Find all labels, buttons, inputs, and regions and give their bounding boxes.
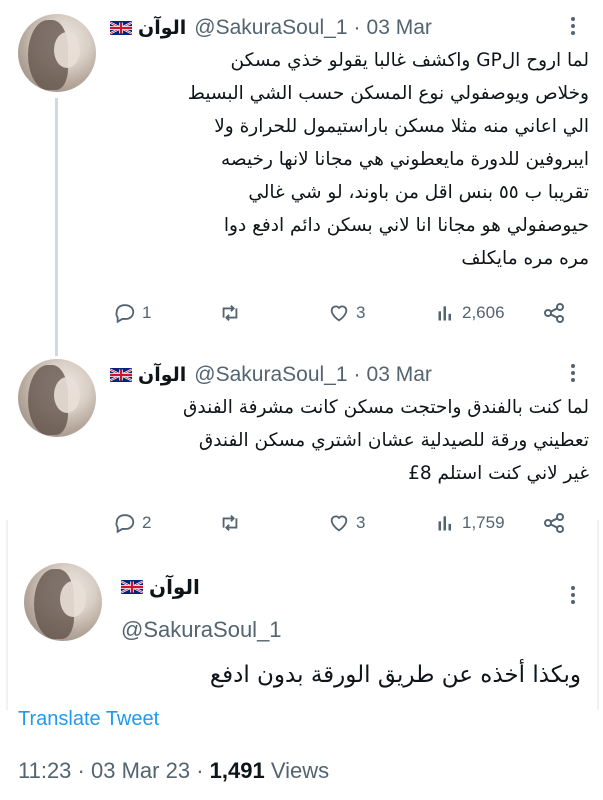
- views-count: 2,606: [462, 303, 505, 322]
- views-label[interactable]: Views: [271, 758, 329, 783]
- share-icon: [544, 303, 564, 323]
- views-icon: [438, 306, 451, 321]
- tweet-text: وبكذا أخذه عن طريق الورقة بدون ادفع: [209, 662, 581, 688]
- uk-flag-icon: [121, 580, 143, 594]
- retweet-icon: [222, 515, 238, 531]
- avatar[interactable]: [18, 14, 96, 92]
- display-name[interactable]: الوآن: [138, 364, 186, 386]
- thread-line: [55, 98, 58, 356]
- views-button[interactable]: 2,606: [436, 302, 505, 324]
- heart-icon: [330, 305, 348, 322]
- tweet-time[interactable]: 11:23: [18, 758, 71, 783]
- retweet-button[interactable]: [218, 512, 248, 534]
- separator: ·: [77, 758, 85, 783]
- share-icon: [544, 513, 564, 533]
- display-name[interactable]: الوآن: [149, 575, 200, 599]
- retweet-button[interactable]: [218, 302, 248, 324]
- tweet-header: الوآن @SakuraSoul_1 · 03 Mar: [110, 361, 432, 389]
- uk-flag-icon: [110, 21, 132, 35]
- avatar[interactable]: [24, 563, 102, 641]
- tweet-meta: 11:23 · 03 Mar 23 · 1,491 Views: [18, 758, 329, 784]
- more-icon[interactable]: [561, 12, 585, 40]
- separator: ·: [196, 758, 204, 783]
- handle[interactable]: @SakuraSoul_1: [194, 363, 347, 387]
- avatar[interactable]: [18, 359, 96, 437]
- reply-count: 1: [142, 303, 152, 322]
- separator: ·: [353, 363, 361, 386]
- reply-icon: [115, 514, 135, 534]
- reply-button[interactable]: 1: [114, 302, 151, 324]
- tweet-text: لما اروح الGP واكشف غالبا يقولو خذي مسكن…: [187, 50, 589, 269]
- display-name[interactable]: الوآن: [138, 17, 186, 39]
- tweet-2[interactable]: الوآن @SakuraSoul_1 · 03 Mar لما كنت بال…: [0, 345, 603, 535]
- main-tweet-name[interactable]: الوآن: [121, 575, 208, 599]
- like-count: 3: [356, 513, 366, 532]
- separator: ·: [353, 16, 361, 39]
- more-icon[interactable]: [561, 581, 585, 609]
- share-button[interactable]: [542, 511, 572, 535]
- reply-button[interactable]: 2: [114, 512, 151, 534]
- handle[interactable]: @SakuraSoul_1: [121, 617, 282, 643]
- tweet-header: الوآن @SakuraSoul_1 · 03 Mar: [110, 14, 432, 42]
- tweet-actions: 1 3 2,606: [114, 298, 574, 328]
- share-button[interactable]: [542, 301, 572, 325]
- tweet-date[interactable]: 03 Mar: [367, 16, 432, 40]
- retweet-icon: [222, 305, 238, 321]
- main-tweet: الوآن @SakuraSoul_1 وبكذا أخذه عن طريق ا…: [0, 555, 603, 800]
- like-button[interactable]: 3: [328, 302, 365, 324]
- uk-flag-icon: [110, 368, 132, 382]
- tweet-1[interactable]: الوآن @SakuraSoul_1 · 03 Mar لما اروح ال…: [0, 0, 603, 356]
- tweet-date[interactable]: 03 Mar 23: [91, 758, 190, 783]
- translate-tweet-link[interactable]: Translate Tweet: [18, 708, 159, 731]
- reply-count: 2: [142, 513, 152, 532]
- views-button[interactable]: 1,759: [436, 512, 505, 534]
- reply-icon: [115, 304, 135, 324]
- views-icon: [438, 516, 451, 531]
- heart-icon: [330, 515, 348, 532]
- tweet-text: لما كنت بالفندق واحتجت مسكن كانت مشرفة ا…: [183, 397, 589, 484]
- like-button[interactable]: 3: [328, 512, 365, 534]
- views-count: 1,759: [462, 513, 505, 532]
- handle[interactable]: @SakuraSoul_1: [194, 16, 347, 40]
- tweet-actions: 2 3 1,759: [114, 508, 574, 538]
- views-count[interactable]: 1,491: [210, 758, 265, 783]
- like-count: 3: [356, 303, 366, 322]
- tweet-date[interactable]: 03 Mar: [367, 363, 432, 387]
- more-icon[interactable]: [561, 359, 585, 387]
